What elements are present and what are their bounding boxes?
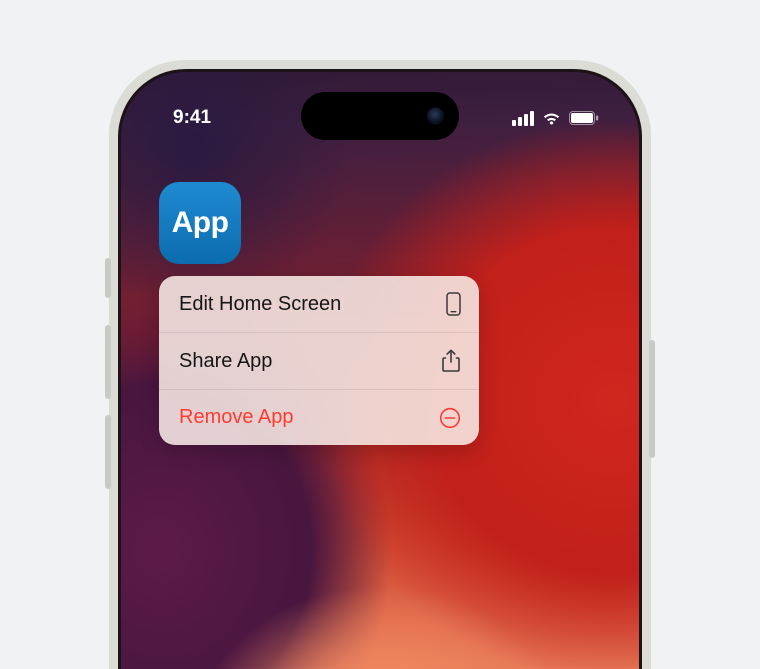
wifi-icon bbox=[541, 111, 562, 126]
status-indicators bbox=[512, 111, 599, 126]
battery-icon bbox=[569, 111, 599, 125]
iphone-frame: 9:41 App Edi bbox=[109, 60, 651, 669]
iphone-screen: 9:41 App Edi bbox=[118, 69, 642, 669]
status-bar: 9:41 bbox=[121, 96, 639, 140]
menu-item-edit-home-screen[interactable]: Edit Home Screen bbox=[159, 276, 479, 333]
phone-outline-icon bbox=[446, 292, 461, 316]
phone-mute-switch bbox=[105, 258, 111, 298]
menu-item-remove-app[interactable]: Remove App bbox=[159, 390, 479, 445]
menu-item-label: Edit Home Screen bbox=[179, 293, 341, 316]
remove-circle-icon bbox=[439, 407, 461, 429]
share-icon bbox=[441, 349, 461, 373]
phone-side-button bbox=[649, 340, 655, 458]
phone-volume-up-button bbox=[105, 325, 111, 399]
app-context-menu: Edit Home Screen Share App bbox=[159, 276, 479, 445]
status-time: 9:41 bbox=[173, 107, 211, 129]
menu-item-label: Share App bbox=[179, 350, 272, 373]
menu-item-label: Remove App bbox=[179, 406, 294, 429]
app-icon-label: App bbox=[172, 206, 229, 240]
menu-item-share-app[interactable]: Share App bbox=[159, 333, 479, 390]
app-icon[interactable]: App bbox=[159, 182, 241, 264]
phone-volume-down-button bbox=[105, 415, 111, 489]
cellular-signal-icon bbox=[512, 111, 534, 126]
